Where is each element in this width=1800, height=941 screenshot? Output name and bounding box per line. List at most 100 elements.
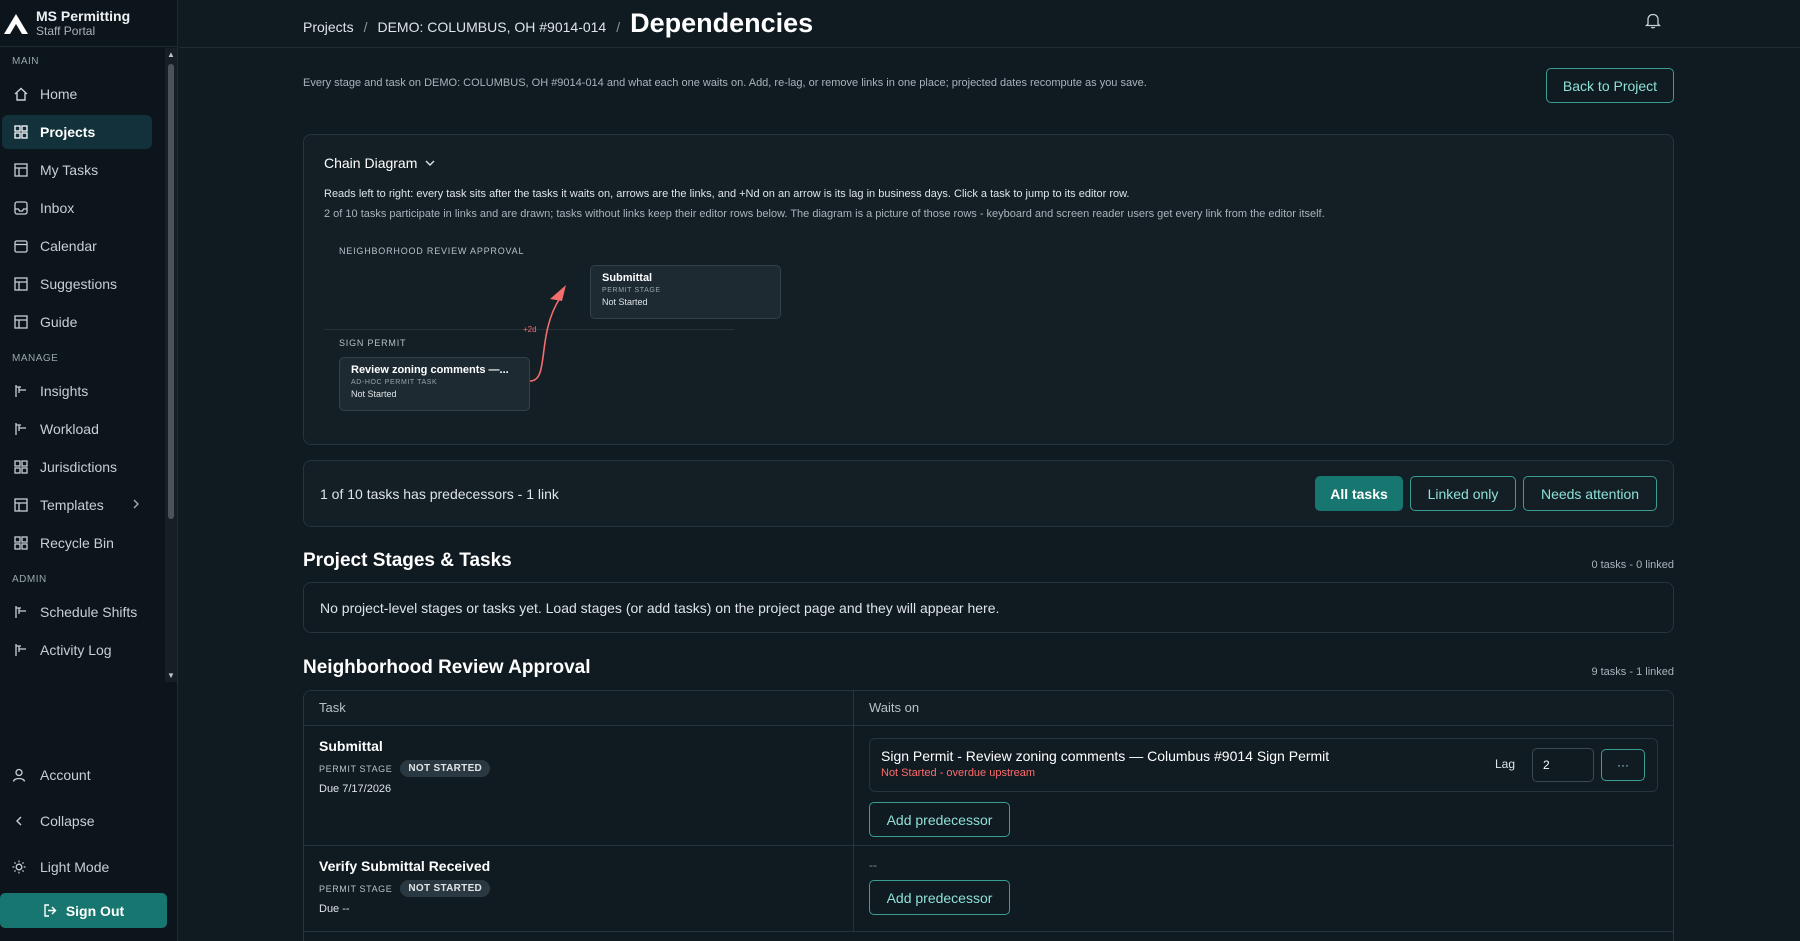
node-title: Submittal — [602, 272, 653, 284]
node-kind: PERMIT STAGE — [602, 287, 661, 294]
scrollbar-thumb[interactable] — [168, 64, 174, 519]
calendar-icon — [14, 239, 28, 253]
breadcrumb-project[interactable]: DEMO: COLUMBUS, OH #9014-014 — [377, 19, 606, 35]
top-bar: Projects / DEMO: COLUMBUS, OH #9014-014 … — [179, 0, 1800, 48]
light-mode-toggle[interactable]: Light Mode — [0, 844, 178, 890]
sidebar-item-home[interactable]: Home — [2, 77, 152, 111]
account-link[interactable]: Account — [0, 752, 178, 798]
sign-out-button[interactable]: Sign Out — [0, 893, 167, 928]
scroll-down-icon[interactable]: ▼ — [167, 671, 175, 680]
sidebar-item-guide[interactable]: Guide — [2, 305, 152, 339]
grid-icon — [14, 536, 28, 550]
waits-on-cell: -- Add predecessor — [854, 846, 1673, 931]
nav-section-manage: MANAGE — [12, 353, 59, 364]
task-cell: Verify Submittal Received PERMIT STAGE N… — [304, 846, 854, 931]
breadcrumb-projects[interactable]: Projects — [303, 19, 354, 35]
sidebar-item-label: Schedule Shifts — [40, 604, 138, 620]
sidebar-item-recycle-bin[interactable]: Recycle Bin — [2, 526, 152, 560]
brand[interactable]: MS Permitting Staff Portal — [0, 0, 177, 47]
add-predecessor-button[interactable]: Add predecessor — [869, 802, 1010, 837]
sidebar-item-label: Suggestions — [40, 276, 118, 292]
page-title: Dependencies — [630, 8, 814, 38]
sidebar-scrollbar[interactable]: ▲ ▼ — [165, 48, 177, 682]
inbox-icon — [14, 201, 28, 215]
user-icon — [12, 768, 28, 782]
empty-state: No project-level stages or tasks yet. Lo… — [303, 582, 1674, 633]
arrow-head-icon — [550, 285, 566, 301]
filter-all-tasks-button[interactable]: All tasks — [1315, 476, 1403, 511]
status-badge: NOT STARTED — [400, 880, 491, 897]
sidebar-item-label: Templates — [40, 497, 104, 513]
sign-out-icon — [43, 903, 58, 918]
sidebar-item-label: Inbox — [40, 200, 75, 216]
breadcrumb: Projects / DEMO: COLUMBUS, OH #9014-014 … — [303, 8, 813, 39]
filter-linked-only-button[interactable]: Linked only — [1410, 476, 1516, 511]
filter-bar: 1 of 10 tasks has predecessors - 1 link … — [303, 460, 1674, 527]
waits-on-cell: Sign Permit - Review zoning comments — C… — [854, 726, 1673, 845]
chart-icon — [14, 422, 28, 436]
lag-input[interactable]: 2 — [1532, 748, 1594, 782]
table-header: Task Waits on — [304, 691, 1673, 726]
sidebar-item-activity-log[interactable]: Activity Log — [2, 633, 152, 667]
sidebar-nav: MAIN Home Projects My Tasks Inbox Calend… — [0, 48, 178, 681]
home-icon — [14, 87, 28, 101]
predecessor-card: Sign Permit - Review zoning comments — C… — [869, 738, 1658, 792]
task-kind: PERMIT STAGE — [319, 763, 393, 774]
section-count-project: 0 tasks - 0 linked — [1591, 559, 1674, 571]
sidebar-item-my-tasks[interactable]: My Tasks — [2, 153, 152, 187]
task-cell: Submittal PERMIT STAGE NOT STARTED Due 7… — [304, 726, 854, 845]
chart-icon — [14, 605, 28, 619]
dependencies-table: Task Waits on Submittal PERMIT STAGE NOT… — [303, 690, 1674, 941]
chain-node-review-zoning[interactable]: Review zoning comments —... AD-HOC PERMI… — [339, 357, 530, 411]
node-kind: AD-HOC PERMIT TASK — [351, 379, 438, 386]
sidebar-item-schedule-shifts[interactable]: Schedule Shifts — [2, 595, 152, 629]
chart-icon — [14, 384, 28, 398]
collapse-label: Collapse — [40, 813, 95, 829]
sidebar-item-label: Home — [40, 86, 78, 102]
table-row: Verify Submittal Received PERMIT STAGE N… — [304, 846, 1673, 932]
sidebar-item-label: Insights — [40, 383, 89, 399]
filter-summary: 1 of 10 tasks has predecessors - 1 link — [320, 486, 559, 502]
sidebar-item-label: Activity Log — [40, 642, 112, 658]
breadcrumb-separator: / — [363, 19, 368, 35]
column-header-task: Task — [304, 691, 854, 725]
filter-needs-attention-button[interactable]: Needs attention — [1523, 476, 1657, 511]
bell-icon[interactable] — [1644, 12, 1662, 32]
sidebar: MS Permitting Staff Portal MAIN Home Pro… — [0, 0, 178, 941]
more-options-button[interactable]: ··· — [1601, 749, 1645, 781]
task-name[interactable]: Submittal — [319, 738, 838, 754]
task-due-date: Due -- — [319, 903, 350, 915]
lag-label: Lag — [1494, 757, 1515, 771]
sidebar-item-calendar[interactable]: Calendar — [2, 229, 152, 263]
sidebar-item-label: Recycle Bin — [40, 535, 114, 551]
section-title-project: Project Stages & Tasks — [303, 550, 512, 571]
chart-icon — [14, 643, 28, 657]
sidebar-item-label: Jurisdictions — [40, 459, 118, 475]
scroll-up-icon[interactable]: ▲ — [167, 50, 175, 59]
task-name[interactable]: Verify Submittal Received — [319, 858, 838, 874]
sidebar-item-workload[interactable]: Workload — [2, 412, 152, 446]
sidebar-item-inbox[interactable]: Inbox — [2, 191, 152, 225]
sidebar-item-suggestions[interactable]: Suggestions — [2, 267, 152, 301]
sidebar-item-label: Calendar — [40, 238, 97, 254]
sidebar-item-insights[interactable]: Insights — [2, 374, 152, 408]
grid-icon — [14, 460, 28, 474]
section-title-neighborhood: Neighborhood Review Approval — [303, 657, 591, 678]
collapse-button[interactable]: Collapse — [0, 798, 178, 844]
task-kind: PERMIT STAGE — [319, 883, 393, 894]
status-badge: NOT STARTED — [400, 760, 491, 777]
table-icon — [14, 277, 28, 291]
sidebar-item-label: My Tasks — [40, 162, 99, 178]
chevron-right-icon — [132, 498, 140, 512]
chain-node-submittal[interactable]: Submittal PERMIT STAGE Not Started — [590, 265, 781, 319]
brand-subtitle: Staff Portal — [36, 24, 96, 38]
sidebar-item-projects[interactable]: Projects — [2, 115, 152, 149]
sidebar-item-templates[interactable]: Templates — [2, 488, 152, 522]
grid-icon — [14, 125, 28, 139]
add-predecessor-button[interactable]: Add predecessor — [869, 880, 1010, 915]
page-description: Every stage and task on DEMO: COLUMBUS, … — [303, 77, 1147, 89]
sidebar-item-jurisdictions[interactable]: Jurisdictions — [2, 450, 152, 484]
back-to-project-button[interactable]: Back to Project — [1546, 68, 1674, 103]
account-label: Account — [40, 767, 91, 783]
breadcrumb-separator: / — [616, 19, 621, 35]
